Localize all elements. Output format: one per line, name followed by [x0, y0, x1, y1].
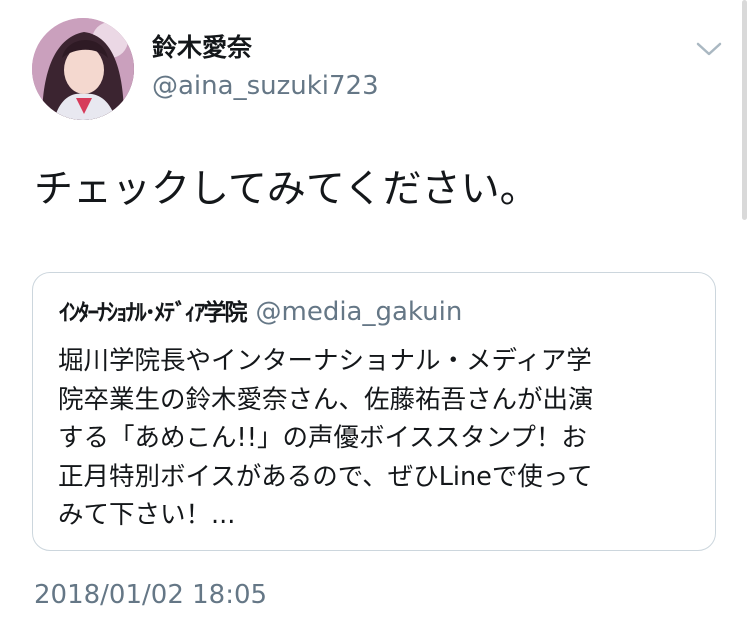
quoted-tweet-card[interactable]: ｲﾝﾀｰﾅｼｮﾅﾙ･ﾒﾃﾞｨｱ学院 @media_gakuin 堀川学院長やインタ…	[32, 272, 716, 551]
timestamp[interactable]: 2018/01/02 18:05	[34, 578, 267, 612]
tweet-text: チェックしてみてください。	[34, 167, 539, 212]
quoted-author-handle: @media_gakuin	[255, 297, 463, 327]
quoted-tweet-header: ｲﾝﾀｰﾅｼｮﾅﾙ･ﾒﾃﾞｨｱ学院 @media_gakuin	[59, 295, 462, 332]
quoted-text-line: 院卒業生の鈴木愛奈さん、佐藤祐吾さんが出演	[58, 384, 594, 415]
quoted-tweet-text: 堀川学院長やインターナショナル・メディア学 院卒業生の鈴木愛奈さん、佐藤祐吾さん…	[58, 342, 698, 535]
quoted-text-line: 堀川学院長やインターナショナル・メディア学	[58, 346, 592, 376]
profile-photo	[32, 18, 134, 120]
chevron-down-icon[interactable]	[694, 38, 724, 60]
quoted-text-line: する「あめこん!!」の声優ボイススタンプ！お	[58, 423, 587, 453]
author-display-name[interactable]: 鈴木愛奈	[152, 33, 252, 63]
quoted-author-name: ｲﾝﾀｰﾅｼｮﾅﾙ･ﾒﾃﾞｨｱ学院	[59, 300, 247, 326]
author-handle[interactable]: @aina_suzuki723	[152, 70, 379, 102]
scrollbar[interactable]	[742, 0, 747, 220]
quoted-text-line: みて下さい！...	[58, 500, 236, 530]
quoted-text-line: 正月特別ボイスがあるので、ぜひLineで使って	[58, 461, 593, 492]
avatar[interactable]	[32, 18, 134, 120]
